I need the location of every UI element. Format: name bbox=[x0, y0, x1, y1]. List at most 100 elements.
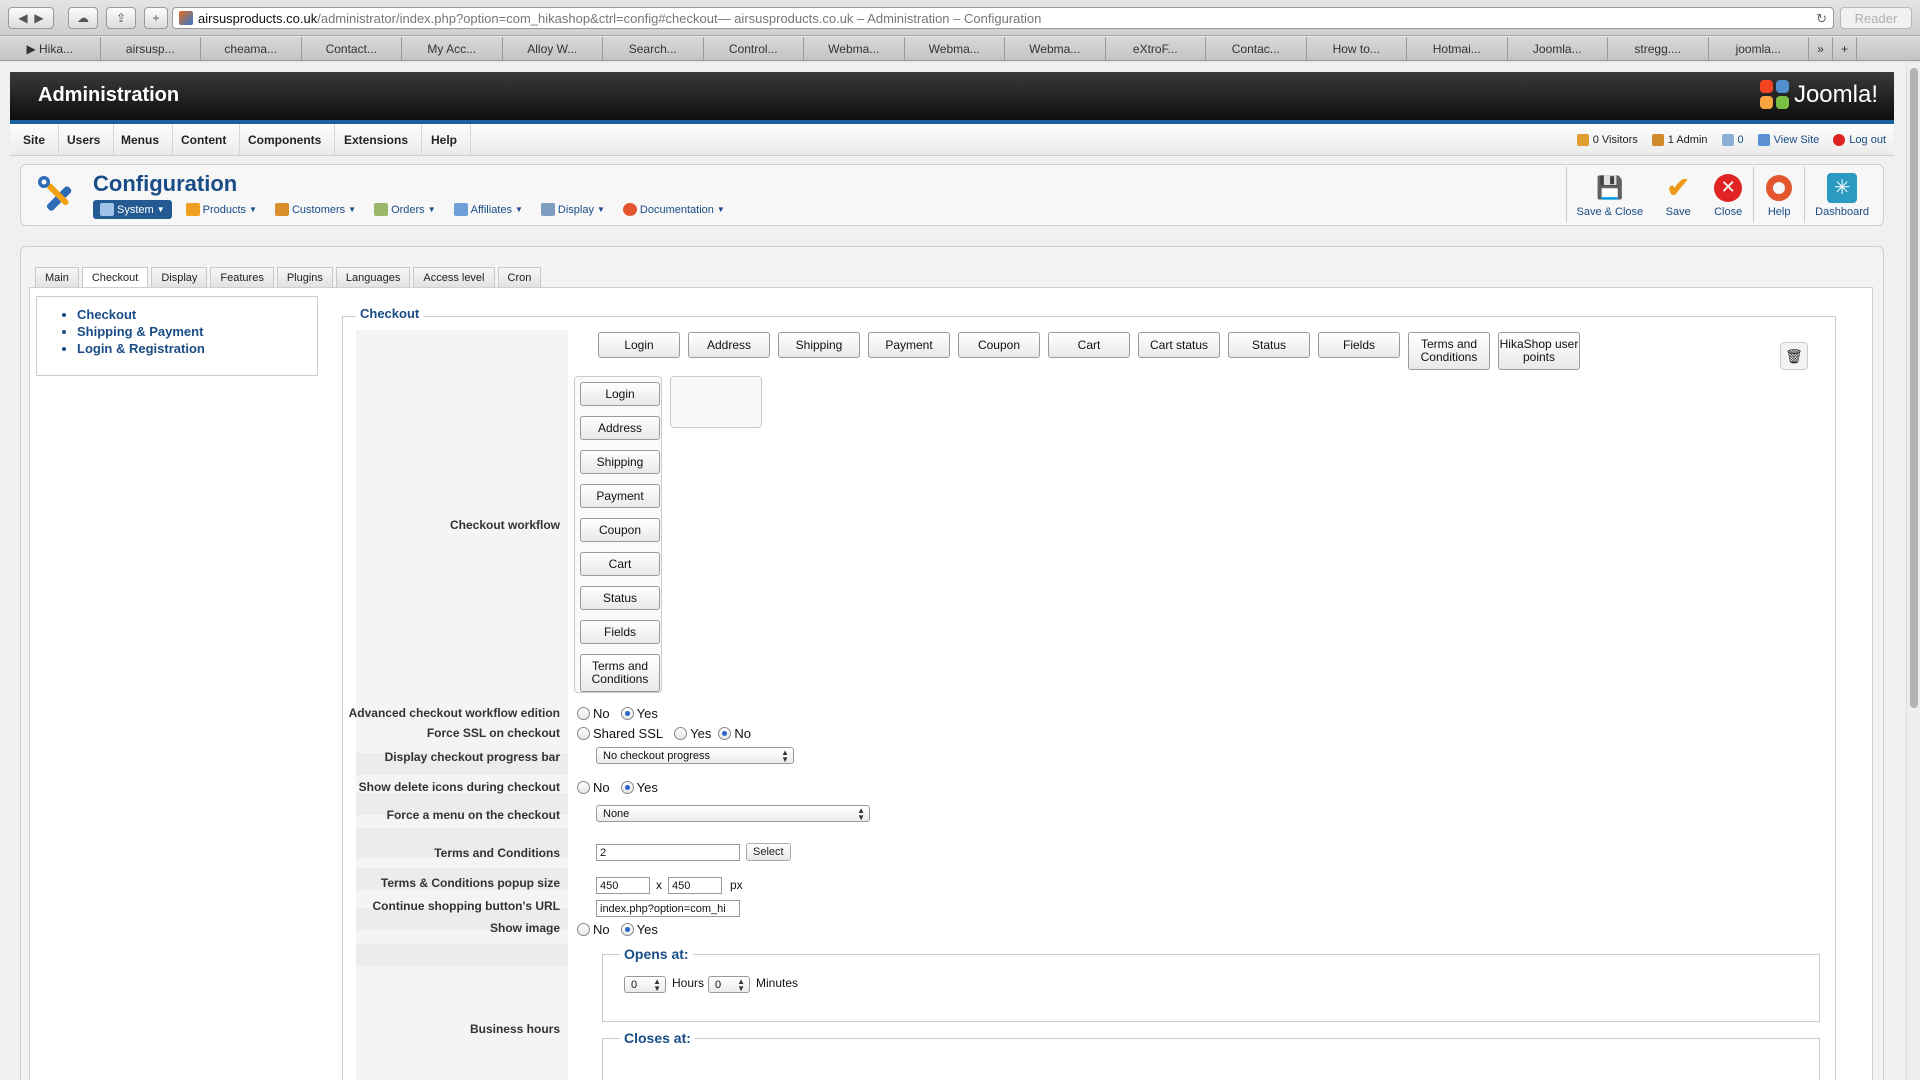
workflow-step-status[interactable]: Status bbox=[580, 586, 660, 610]
available-step-cart[interactable]: Cart bbox=[1048, 332, 1130, 358]
bookmark[interactable]: Contac... bbox=[1206, 37, 1307, 61]
opens-minutes-select[interactable]: 0 ▲ ▼ bbox=[708, 976, 750, 993]
workflow-step-payment[interactable]: Payment bbox=[580, 484, 660, 508]
force-menu-select[interactable]: None ▲ ▼ bbox=[596, 805, 870, 822]
submenu-orders[interactable]: Orders ▼ bbox=[370, 201, 440, 218]
tab-display[interactable]: Display bbox=[151, 267, 208, 287]
forward-icon[interactable]: ▶ bbox=[34, 11, 43, 25]
popup-width-input[interactable]: 450 bbox=[596, 877, 650, 894]
bookmarks-more-button[interactable]: » bbox=[1809, 37, 1833, 61]
messages-status[interactable]: 0 bbox=[1721, 134, 1744, 146]
available-step-coupon[interactable]: Coupon bbox=[958, 332, 1040, 358]
save-close-button[interactable]: 💾 Save & Close bbox=[1567, 167, 1654, 223]
ssl-no-radio[interactable] bbox=[718, 727, 732, 740]
add-bookmark-icon[interactable]: + bbox=[1833, 37, 1857, 61]
trash-icon[interactable]: 🗑 bbox=[1780, 342, 1808, 370]
workflow-step-shipping[interactable]: Shipping bbox=[580, 450, 660, 474]
show-image-no-radio[interactable] bbox=[577, 923, 590, 936]
menu-site[interactable]: Site bbox=[10, 124, 60, 156]
submenu-documentation[interactable]: Documentation ▼ bbox=[619, 201, 729, 218]
close-button[interactable]: ✕ Close bbox=[1703, 167, 1753, 223]
menu-extensions[interactable]: Extensions bbox=[331, 124, 423, 156]
menu-menus[interactable]: Menus bbox=[108, 124, 174, 156]
bookmark[interactable]: Webma... bbox=[1005, 37, 1106, 61]
submenu-affiliates[interactable]: Affiliates ▼ bbox=[450, 201, 527, 218]
opens-hours-select[interactable]: 0 ▲ ▼ bbox=[624, 976, 666, 993]
submenu-display[interactable]: Display ▼ bbox=[537, 201, 609, 218]
ssl-yes-radio[interactable] bbox=[674, 727, 688, 740]
reload-icon[interactable]: ↻ bbox=[1816, 11, 1827, 27]
bookmark[interactable]: stregg.... bbox=[1608, 37, 1709, 61]
bookmark[interactable]: Contact... bbox=[302, 37, 402, 61]
bookmark[interactable]: eXtroF... bbox=[1106, 37, 1206, 61]
bookmark[interactable]: Control... bbox=[704, 37, 804, 61]
bookmark[interactable]: Hotmai... bbox=[1407, 37, 1508, 61]
back-forward-buttons[interactable]: ◀ ▶ bbox=[8, 7, 54, 29]
menu-users[interactable]: Users bbox=[54, 124, 115, 156]
tab-languages[interactable]: Languages bbox=[335, 267, 411, 287]
available-step-user-points[interactable]: HikaShop user points bbox=[1498, 332, 1580, 370]
bookmark[interactable]: ▶ Hika... bbox=[0, 37, 101, 61]
share-icon[interactable]: ⇪ bbox=[106, 7, 136, 29]
workflow-step-terms[interactable]: Terms and Conditions bbox=[580, 654, 660, 692]
advanced-yes-radio[interactable] bbox=[620, 707, 634, 720]
tab-checkout[interactable]: Checkout bbox=[81, 267, 149, 288]
tab-plugins[interactable]: Plugins bbox=[276, 267, 333, 287]
tab-cron[interactable]: Cron bbox=[497, 267, 542, 287]
logout-link[interactable]: Log out bbox=[1833, 134, 1886, 146]
available-step-shipping[interactable]: Shipping bbox=[778, 332, 860, 358]
workflow-step-cart[interactable]: Cart bbox=[580, 552, 660, 576]
page-scrollbar[interactable] bbox=[1906, 62, 1920, 1080]
bookmark[interactable]: airsusp... bbox=[101, 37, 201, 61]
bookmark[interactable]: joomla... bbox=[1709, 37, 1809, 61]
bookmark[interactable]: Webma... bbox=[905, 37, 1005, 61]
menu-components[interactable]: Components bbox=[235, 124, 336, 156]
menu-help[interactable]: Help bbox=[418, 124, 472, 156]
side-nav-shipping-payment[interactable]: Shipping & Payment bbox=[77, 324, 317, 339]
continue-url-input[interactable]: index.php?option=com_hi bbox=[596, 900, 740, 917]
help-button[interactable]: Help bbox=[1754, 167, 1804, 223]
available-step-address[interactable]: Address bbox=[688, 332, 770, 358]
bookmark[interactable]: Webma... bbox=[804, 37, 905, 61]
workflow-drop-zone[interactable] bbox=[670, 376, 762, 428]
workflow-step-fields[interactable]: Fields bbox=[580, 620, 660, 644]
bookmark[interactable]: Alloy W... bbox=[503, 37, 603, 61]
submenu-customers[interactable]: Customers ▼ bbox=[271, 201, 360, 218]
tab-features[interactable]: Features bbox=[210, 267, 274, 287]
available-step-status[interactable]: Status bbox=[1228, 332, 1310, 358]
bookmark[interactable]: My Acc... bbox=[402, 37, 503, 61]
tab-access-level[interactable]: Access level bbox=[413, 267, 495, 287]
delete-icons-yes-radio[interactable] bbox=[620, 781, 634, 794]
dashboard-button[interactable]: ✳ Dashboard bbox=[1805, 167, 1879, 223]
side-nav-checkout[interactable]: Checkout bbox=[77, 307, 317, 322]
reader-button[interactable]: Reader bbox=[1840, 7, 1912, 29]
submenu-system[interactable]: System ▼ bbox=[93, 200, 172, 219]
menu-content[interactable]: Content bbox=[168, 124, 241, 156]
shared-ssl-radio[interactable] bbox=[577, 727, 590, 740]
bookmark[interactable]: Search... bbox=[603, 37, 704, 61]
new-tab-icon[interactable]: + bbox=[144, 7, 168, 29]
delete-icons-no-radio[interactable] bbox=[577, 781, 590, 794]
available-step-terms[interactable]: Terms and Conditions bbox=[1408, 332, 1490, 370]
save-button[interactable]: ✔ Save bbox=[1653, 167, 1703, 223]
workflow-step-coupon[interactable]: Coupon bbox=[580, 518, 660, 542]
workflow-step-login[interactable]: Login bbox=[580, 382, 660, 406]
popup-height-input[interactable]: 450 bbox=[668, 877, 722, 894]
cloud-icon[interactable]: ☁ bbox=[68, 7, 98, 29]
submenu-products[interactable]: Products ▼ bbox=[182, 201, 261, 218]
available-step-payment[interactable]: Payment bbox=[868, 332, 950, 358]
url-bar[interactable]: airsusproducts.co.uk/administrator/index… bbox=[172, 7, 1834, 29]
bookmark[interactable]: cheama... bbox=[201, 37, 302, 61]
available-step-fields[interactable]: Fields bbox=[1318, 332, 1400, 358]
progress-bar-select[interactable]: No checkout progress ▲ ▼ bbox=[596, 747, 794, 764]
scrollbar-thumb[interactable] bbox=[1910, 68, 1918, 708]
side-nav-login-registration[interactable]: Login & Registration bbox=[77, 341, 317, 356]
bookmark[interactable]: Joomla... bbox=[1508, 37, 1608, 61]
tab-main[interactable]: Main bbox=[35, 267, 79, 287]
terms-article-input[interactable]: 2 bbox=[596, 844, 740, 861]
advanced-no-radio[interactable] bbox=[577, 707, 590, 720]
terms-select-button[interactable]: Select bbox=[746, 843, 791, 861]
back-icon[interactable]: ◀ bbox=[18, 11, 27, 25]
available-step-cart-status[interactable]: Cart status bbox=[1138, 332, 1220, 358]
workflow-step-address[interactable]: Address bbox=[580, 416, 660, 440]
